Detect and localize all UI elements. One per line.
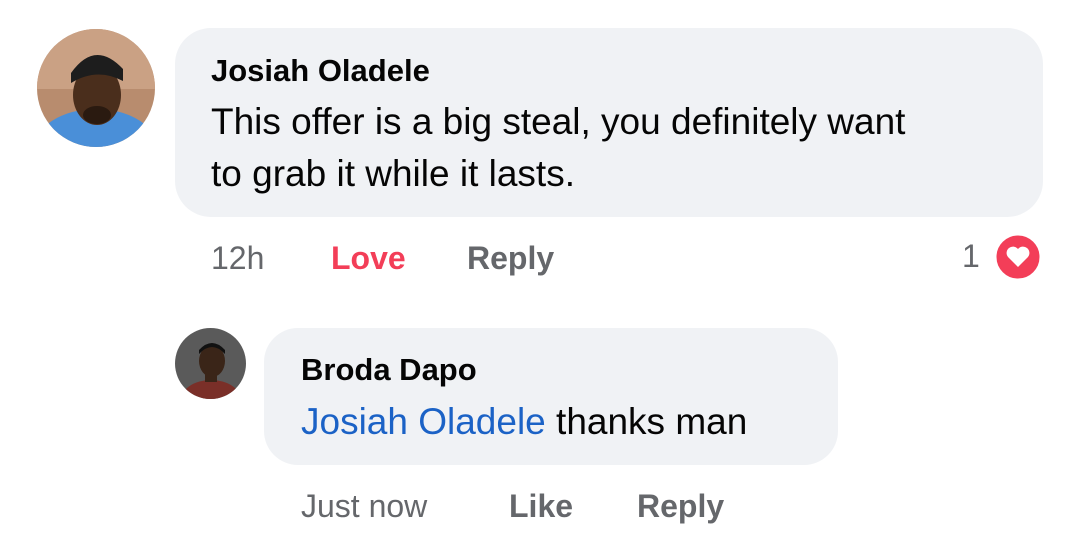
- heart-icon[interactable]: [993, 232, 1043, 282]
- reply-reply-button[interactable]: Reply: [637, 488, 724, 525]
- reply-text: Josiah Oladele thanks man: [301, 401, 747, 443]
- reaction-count[interactable]: 1: [962, 238, 980, 275]
- comment-timestamp[interactable]: 12h: [211, 240, 264, 277]
- comment-reply-button[interactable]: Reply: [467, 240, 554, 277]
- mention-link[interactable]: Josiah Oladele: [301, 401, 546, 442]
- love-reaction-button[interactable]: Love: [331, 240, 406, 277]
- reply-author-name[interactable]: Broda Dapo: [301, 352, 477, 388]
- reply-like-button[interactable]: Like: [509, 488, 573, 525]
- comment-text-line-1: This offer is a big steal, you definitel…: [211, 101, 906, 142]
- reply-timestamp[interactable]: Just now: [301, 488, 427, 525]
- reply-bubble: [264, 328, 838, 465]
- commenter-avatar[interactable]: [37, 29, 155, 147]
- comment-text-line-2: to grab it while it lasts.: [211, 153, 575, 194]
- replier-avatar[interactable]: [175, 328, 246, 399]
- comment-author-name[interactable]: Josiah Oladele: [211, 53, 430, 89]
- reply-message: thanks man: [545, 401, 748, 442]
